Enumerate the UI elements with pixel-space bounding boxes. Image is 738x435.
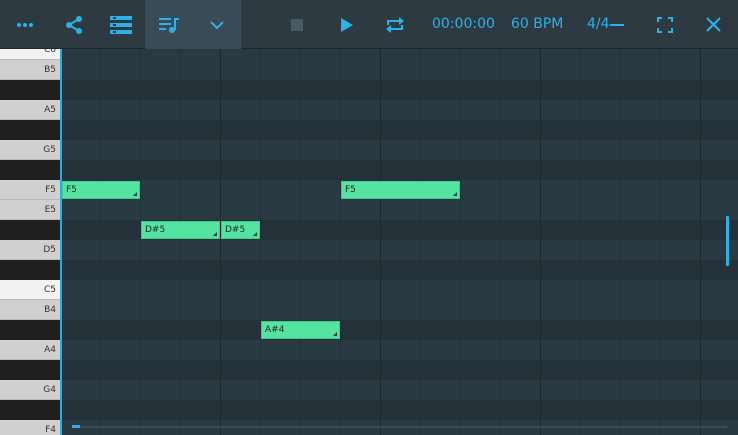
grid-row-black xyxy=(62,120,738,140)
grid-bar-line xyxy=(540,49,541,435)
note-block[interactable]: F5 xyxy=(62,181,140,199)
piano-key-d5[interactable]: D5 xyxy=(0,240,60,260)
piano-key-g4[interactable]: G4 xyxy=(0,380,60,400)
horizontal-scroll-thumb[interactable] xyxy=(72,425,80,428)
play-icon xyxy=(341,17,353,32)
grid-beat-line xyxy=(100,49,101,435)
grid-beat-line xyxy=(180,49,181,435)
grid-beat-line xyxy=(460,49,461,435)
piano-key-d#5[interactable] xyxy=(0,220,60,240)
key-label-f4: F4 xyxy=(45,425,56,435)
close-button[interactable] xyxy=(696,0,730,49)
piano-key-a#4[interactable] xyxy=(0,320,60,340)
grid-beat-line xyxy=(260,49,261,435)
grid-row-black xyxy=(62,260,738,280)
grid-beat-line xyxy=(500,49,501,435)
time-signature-display[interactable]: 4/4 xyxy=(587,0,610,49)
time-display: 00:00:00 xyxy=(432,16,495,32)
piano-key-a5[interactable]: A5 xyxy=(0,100,60,120)
piano-key-f4[interactable]: F4 xyxy=(0,420,60,435)
key-label-e5: E5 xyxy=(44,205,56,215)
piano-key-b4[interactable]: B4 xyxy=(0,300,60,320)
music-notes-list-icon xyxy=(159,17,179,33)
loop-button[interactable] xyxy=(378,0,412,49)
grid-beat-line xyxy=(620,49,621,435)
key-label-c5: C5 xyxy=(43,285,56,295)
stop-button[interactable] xyxy=(280,0,314,49)
more-dots-icon xyxy=(17,22,33,27)
fullscreen-button[interactable] xyxy=(648,0,682,49)
horizontal-scrollbar[interactable] xyxy=(72,426,727,428)
piano-key-e5[interactable]: E5 xyxy=(0,200,60,220)
close-icon xyxy=(705,17,721,32)
grid-beat-line xyxy=(660,49,661,435)
toolbar: 00:00:00 60 BPM 4/4 xyxy=(0,0,738,49)
piano-key-f#4[interactable] xyxy=(0,400,60,420)
grid-bar-line xyxy=(380,49,381,435)
fullscreen-icon xyxy=(657,16,673,33)
grid-beat-line xyxy=(140,49,141,435)
note-grid[interactable]: F5 F5 D#5 D#5 A#4 xyxy=(60,49,738,435)
tracks-button[interactable] xyxy=(98,0,144,49)
note-block[interactable]: D#5 xyxy=(141,221,220,239)
grid-beat-line xyxy=(340,49,341,435)
tracks-list-icon xyxy=(110,15,132,34)
piano-roll-app: 00:00:00 60 BPM 4/4 C6 B5 A5 G5 F5 E5 D5… xyxy=(0,0,738,435)
more-options-button[interactable] xyxy=(0,0,50,49)
key-label-a4: A4 xyxy=(44,345,56,355)
key-label-c6: C6 xyxy=(43,49,56,55)
grid-row-black xyxy=(62,400,738,420)
dropdown-button[interactable] xyxy=(193,0,241,49)
grid-beat-line xyxy=(420,49,421,435)
vertical-scrollbar[interactable] xyxy=(726,216,729,266)
share-button[interactable] xyxy=(50,0,98,49)
grid-row-black xyxy=(62,360,738,380)
piano-keyboard[interactable]: C6 B5 A5 G5 F5 E5 D5 C5 B4 A4 G4 F4 xyxy=(0,49,60,435)
key-label-a5: A5 xyxy=(44,105,56,115)
piano-key-b5[interactable]: B5 xyxy=(0,60,60,80)
time-signature-dash xyxy=(610,24,624,26)
grid-row-black xyxy=(62,160,738,180)
piano-key-c#5[interactable] xyxy=(0,260,60,280)
tempo-display[interactable]: 60 BPM xyxy=(511,0,563,49)
grid-bar-line xyxy=(700,49,701,435)
play-button[interactable] xyxy=(330,0,364,49)
piano-key-f#5[interactable] xyxy=(0,160,60,180)
stop-icon xyxy=(291,18,303,31)
note-block[interactable]: F5 xyxy=(341,181,460,199)
key-label-d5: D5 xyxy=(43,245,56,255)
grid-row-black xyxy=(62,80,738,100)
piano-key-g#5[interactable] xyxy=(0,120,60,140)
key-label-b5: B5 xyxy=(44,65,56,75)
note-block[interactable]: D#5 xyxy=(221,221,260,239)
chevron-down-icon xyxy=(210,20,224,29)
piano-key-a4[interactable]: A4 xyxy=(0,340,60,360)
grid-beat-line xyxy=(580,49,581,435)
grid-row-black xyxy=(62,320,738,340)
piano-key-c6[interactable]: C6 xyxy=(0,49,60,60)
loop-icon xyxy=(386,16,404,33)
piano-key-g5[interactable]: G5 xyxy=(0,140,60,160)
piano-roll-button[interactable] xyxy=(145,0,193,49)
key-label-g4: G4 xyxy=(43,385,56,395)
share-icon xyxy=(66,15,82,34)
piano-key-a#5[interactable] xyxy=(0,80,60,100)
piano-key-c5[interactable]: C5 xyxy=(0,280,60,300)
grid-bar-line xyxy=(220,49,221,435)
grid-beat-line xyxy=(300,49,301,435)
key-label-f5: F5 xyxy=(45,185,56,195)
key-label-b4: B4 xyxy=(44,305,56,315)
piano-key-g#4[interactable] xyxy=(0,360,60,380)
note-block[interactable]: A#4 xyxy=(261,321,340,339)
piano-key-f5[interactable]: F5 xyxy=(0,180,60,200)
key-label-g5: G5 xyxy=(43,145,56,155)
